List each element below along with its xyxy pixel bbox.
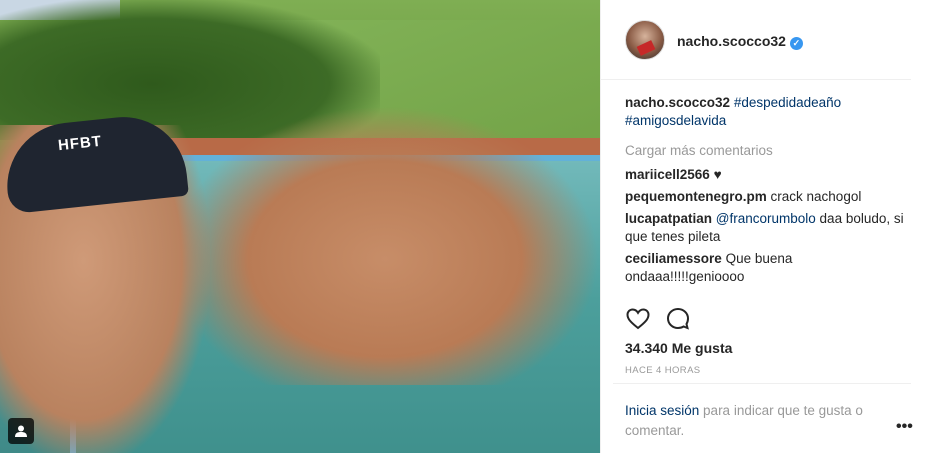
comment-bubble-icon[interactable] bbox=[665, 306, 691, 332]
comment: pequemontenegro.pm crack nachogol bbox=[625, 188, 905, 206]
comment: mariicell2566 ♥ bbox=[625, 166, 905, 184]
comments-list: nacho.scocco32 #despedidadeaño #amigosde… bbox=[625, 94, 905, 290]
comment-text: crack nachogol bbox=[770, 189, 862, 204]
comment-text: ♥ bbox=[713, 167, 722, 182]
avatar[interactable] bbox=[625, 20, 665, 60]
comment: lucapatpatian @francorumbolo daa boludo,… bbox=[625, 210, 905, 246]
comment-username[interactable]: mariicell2566 bbox=[625, 167, 710, 182]
heart-icon[interactable] bbox=[625, 306, 651, 332]
caption: nacho.scocco32 #despedidadeaño #amigosde… bbox=[625, 94, 905, 130]
post-actions bbox=[625, 306, 715, 332]
post-header: nacho.scocco32 ✓ bbox=[601, 0, 911, 80]
tagged-users-icon[interactable] bbox=[8, 418, 34, 444]
post-timestamp[interactable]: HACE 4 HORAS bbox=[625, 365, 701, 376]
more-options-icon[interactable]: ••• bbox=[896, 418, 913, 436]
divider bbox=[613, 383, 911, 384]
comment-username[interactable]: lucapatpatian bbox=[625, 211, 712, 226]
header-username[interactable]: nacho.scocco32 bbox=[677, 33, 786, 49]
likes-count[interactable]: 34.340 Me gusta bbox=[625, 340, 732, 356]
verified-badge-icon: ✓ bbox=[789, 37, 803, 50]
comment-username[interactable]: pequemontenegro.pm bbox=[625, 189, 767, 204]
login-link[interactable]: Inicia sesión bbox=[625, 403, 699, 418]
hashtag[interactable]: #despedidadeaño bbox=[734, 95, 841, 110]
group-of-people bbox=[170, 105, 600, 385]
load-more-comments-link[interactable]: Cargar más comentarios bbox=[625, 142, 905, 160]
post-photo[interactable]: HFBT bbox=[0, 0, 600, 453]
comment-mention[interactable]: @francorumbolo bbox=[716, 211, 816, 226]
caption-username[interactable]: nacho.scocco32 bbox=[625, 95, 730, 110]
post-panel: nacho.scocco32 ✓ nacho.scocco32 #despedid… bbox=[600, 0, 928, 453]
login-prompt: Inicia sesión para indicar que te gusta … bbox=[625, 401, 885, 441]
hashtag[interactable]: #amigosdelavida bbox=[625, 113, 726, 128]
comment-username[interactable]: ceciliamessore bbox=[625, 251, 722, 266]
scrollbar[interactable] bbox=[917, 0, 928, 453]
comment: ceciliamessore Que buena ondaaa!!!!!geni… bbox=[625, 250, 905, 286]
header-username-row: nacho.scocco32 ✓ bbox=[677, 33, 803, 50]
